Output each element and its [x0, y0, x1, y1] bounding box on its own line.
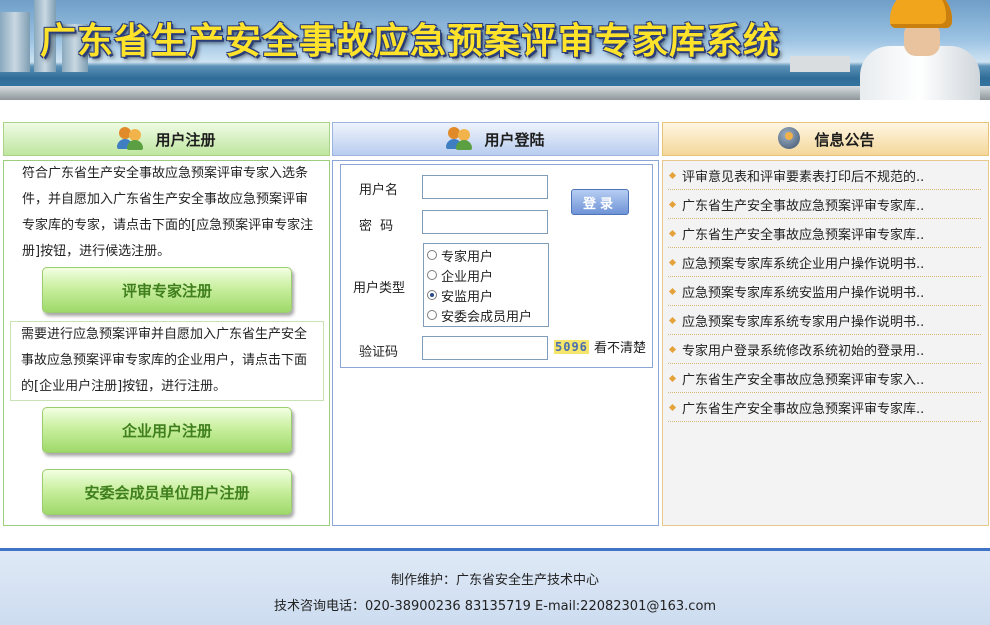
login-panel: 用户登陆 用户名 密 码 登录 用户类型 专家用户 企业用户 安监用户 安委会成…: [332, 122, 659, 526]
notice-link[interactable]: 专家用户登录系统修改系统初始的登录用..: [682, 340, 924, 359]
login-button[interactable]: 登录: [571, 189, 629, 215]
password-label: 密 码: [359, 219, 396, 234]
login-header: 用户登陆: [332, 122, 659, 156]
notice-link[interactable]: 应急预案专家库系统安监用户操作说明书..: [682, 282, 924, 301]
bullet-icon: [668, 403, 677, 411]
usertype-option-label: 企业用户: [441, 269, 494, 285]
notice-item[interactable]: 广东省生产安全事故应急预案评审专家库..: [668, 190, 981, 219]
usertype-option[interactable]: 安委会成员用户: [427, 305, 532, 325]
expert-instructions: 符合广东省生产安全事故应急预案评审专家入选条件，并自愿加入广东省生产安全事故应急…: [22, 166, 314, 259]
usertype-option[interactable]: 企业用户: [427, 265, 493, 285]
login-title: 用户登陆: [484, 130, 545, 149]
registration-panel: 用户注册 符合广东省生产安全事故应急预案评审专家入选条件，并自愿加入广东省生产安…: [3, 122, 330, 526]
bullet-icon: [668, 200, 677, 208]
banner-shore: [0, 86, 990, 100]
users-icon: [117, 127, 144, 151]
notice-link[interactable]: 广东省生产安全事故应急预案评审专家库..: [682, 195, 924, 214]
banner-building: [790, 56, 850, 72]
notices-panel: 信息公告 评审意见表和评审要素表打印后不规范的.. 广东省生产安全事故应急预案评…: [662, 122, 989, 526]
helmet-icon: [890, 0, 952, 28]
member-register-button[interactable]: 安委会成员单位用户注册: [42, 469, 292, 515]
notice-list: 评审意见表和评审要素表打印后不规范的.. 广东省生产安全事故应急预案评审专家库.…: [668, 161, 981, 422]
bullet-icon: [668, 374, 677, 382]
notice-link[interactable]: 应急预案专家库系统专家用户操作说明书..: [682, 311, 924, 330]
notice-link[interactable]: 应急预案专家库系统企业用户操作说明书..: [682, 253, 924, 272]
captcha-image: 5096: [554, 340, 589, 354]
radio-button[interactable]: [427, 290, 437, 300]
radio-button[interactable]: [427, 270, 437, 280]
captcha-refresh-link[interactable]: 看不清楚: [594, 337, 646, 356]
bullet-icon: [668, 316, 677, 324]
notices-title: 信息公告: [814, 130, 875, 149]
password-input[interactable]: [422, 210, 548, 234]
captcha-input[interactable]: [422, 336, 548, 360]
bullet-icon: [668, 287, 677, 295]
worker-illustration: [845, 0, 990, 100]
notices-header: 信息公告: [662, 122, 989, 156]
header-banner: 广东省生产安全事故应急预案评审专家库系统: [0, 0, 990, 100]
notice-item[interactable]: 评审意见表和评审要素表打印后不规范的..: [668, 161, 981, 190]
notice-item[interactable]: 广东省生产安全事故应急预案评审专家库..: [668, 393, 981, 422]
banner-building: [0, 12, 30, 72]
notices-body: 评审意见表和评审要素表打印后不规范的.. 广东省生产安全事故应急预案评审专家库.…: [662, 160, 989, 526]
registration-body: 符合广东省生产安全事故应急预案评审专家入选条件，并自愿加入广东省生产安全事故应急…: [3, 160, 330, 526]
notice-link[interactable]: 广东省生产安全事故应急预案评审专家入..: [682, 369, 924, 388]
username-label: 用户名: [359, 183, 399, 198]
usertype-option-label: 安委会成员用户: [441, 309, 533, 325]
footer-maintainer: 制作维护：广东省安全生产技术中心: [390, 573, 599, 588]
login-body: 用户名 密 码 登录 用户类型 专家用户 企业用户 安监用户 安委会成员用户 验…: [332, 160, 659, 526]
notice-link[interactable]: 评审意见表和评审要素表打印后不规范的..: [682, 166, 924, 185]
notice-item[interactable]: 应急预案专家库系统专家用户操作说明书..: [668, 306, 981, 335]
radio-button[interactable]: [427, 310, 437, 320]
system-title: 广东省生产安全事故应急预案评审专家库系统: [40, 21, 781, 62]
captcha-label: 验证码: [359, 345, 399, 360]
bullet-icon: [668, 171, 677, 179]
usertype-option-label: 安监用户: [441, 289, 494, 305]
notice-item[interactable]: 专家用户登录系统修改系统初始的登录用..: [668, 335, 981, 364]
notice-item[interactable]: 应急预案专家库系统企业用户操作说明书..: [668, 248, 981, 277]
username-input[interactable]: [422, 175, 548, 199]
radio-button[interactable]: [427, 250, 437, 260]
notice-item[interactable]: 广东省生产安全事故应急预案评审专家入..: [668, 364, 981, 393]
company-instructions: 需要进行应急预案评审并自愿加入广东省生产安全事故应急预案评审专家库的企业用户，请…: [10, 321, 324, 401]
bullet-icon: [668, 258, 677, 266]
notice-item[interactable]: 应急预案专家库系统安监用户操作说明书..: [668, 277, 981, 306]
bullet-icon: [668, 345, 677, 353]
bullet-icon: [668, 229, 677, 237]
usertype-option[interactable]: 安监用户: [427, 285, 493, 305]
registration-title: 用户注册: [155, 130, 216, 149]
notice-link[interactable]: 广东省生产安全事故应急预案评审专家库..: [682, 224, 924, 243]
notice-item[interactable]: 广东省生产安全事故应急预案评审专家库..: [668, 219, 981, 248]
usertype-group: 专家用户 企业用户 安监用户 安委会成员用户: [423, 243, 549, 327]
registration-header: 用户注册: [3, 122, 330, 156]
announcement-icon: [776, 127, 802, 151]
notice-link[interactable]: 广东省生产安全事故应急预案评审专家库..: [682, 398, 924, 417]
company-register-button[interactable]: 企业用户注册: [42, 407, 292, 453]
usertype-label: 用户类型: [353, 281, 406, 296]
login-form: 用户名 密 码 登录 用户类型 专家用户 企业用户 安监用户 安委会成员用户 验…: [340, 164, 653, 368]
expert-register-button[interactable]: 评审专家注册: [42, 267, 292, 313]
usertype-option[interactable]: 专家用户: [427, 245, 493, 265]
footer: 制作维护：广东省安全生产技术中心 技术咨询电话：020-38900236 831…: [0, 548, 990, 625]
footer-contact: 技术咨询电话：020-38900236 83135719 E-mail:2208…: [273, 599, 717, 614]
users-icon: [446, 127, 473, 151]
usertype-option-label: 专家用户: [441, 249, 494, 265]
